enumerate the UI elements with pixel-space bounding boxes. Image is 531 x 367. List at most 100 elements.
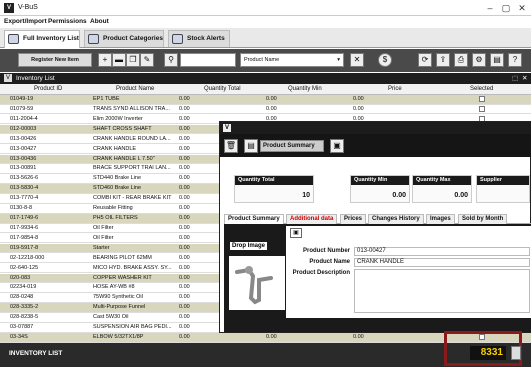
quantity-min-value[interactable]: 0.00: [392, 192, 406, 199]
product-number-label: Product Number: [302, 248, 350, 254]
cell-product-name: Reusable Fitting: [93, 205, 133, 212]
print-icon[interactable]: ⎙: [454, 53, 468, 67]
product-description-field[interactable]: [354, 269, 530, 313]
cell-product-name: Multi-Purpose Funnel: [93, 304, 146, 311]
cell-quantity-total: 0.00: [179, 175, 190, 182]
save-icon[interactable]: ▣: [330, 139, 344, 153]
cell-product-id: 013-00891: [10, 165, 37, 172]
product-name-value[interactable]: CRANK HANDLE: [354, 258, 530, 267]
cell-product-id: 01079-59: [10, 105, 34, 112]
subtab-sold-by-month[interactable]: Sold by Month: [458, 214, 508, 224]
cell-product-id: 013-5626-6: [10, 175, 39, 182]
list-title: Inventory List: [16, 75, 55, 82]
search-input[interactable]: [180, 53, 236, 67]
cell-product-name: PH5 OIL FILTERS: [93, 215, 138, 222]
add-icon[interactable]: +: [98, 53, 112, 67]
cell-quantity-total: 0.00: [179, 115, 190, 122]
list-close-icon[interactable]: ✕: [522, 73, 527, 84]
trash-icon[interactable]: 🗑: [224, 139, 238, 153]
cell-product-name: COPPER WASHER KIT: [93, 274, 152, 281]
maximize-icon[interactable]: ▢: [499, 2, 513, 14]
row-select-checkbox[interactable]: [479, 105, 485, 112]
cell-quantity-total: 0.00: [179, 105, 190, 112]
col-quantity-min[interactable]: Quantity Min: [288, 86, 322, 92]
cell-product-name: STD460 Brake Line: [93, 185, 141, 192]
subtab-product-summary[interactable]: Product Summary: [224, 214, 284, 224]
count-button[interactable]: [511, 346, 521, 360]
col-selected[interactable]: Selected: [470, 86, 493, 92]
cell-product-id: 028-3335-2: [10, 304, 39, 311]
filter-select[interactable]: Product Name ▾: [240, 53, 344, 67]
product-image-dropzone[interactable]: [229, 256, 285, 310]
close-icon[interactable]: ✕: [515, 2, 529, 14]
menu-about[interactable]: About: [90, 18, 109, 25]
copy-icon[interactable]: ❐: [126, 53, 140, 67]
product-number-value[interactable]: 013-00427: [354, 247, 530, 256]
dollar-icon[interactable]: $: [378, 53, 392, 67]
subtab-additional-data[interactable]: Additional data: [286, 214, 338, 224]
subtab-prices[interactable]: Prices: [340, 214, 367, 224]
cell-product-name: ELBOW 5/32TX1/8P: [93, 334, 144, 341]
cell-product-name: CRANK HANDLE L 7.50": [93, 155, 155, 162]
register-new-item-button[interactable]: Register New Item: [18, 53, 92, 67]
cell-quantity-total: 0.00: [179, 155, 190, 162]
menu-permissions[interactable]: Permissions: [48, 18, 87, 25]
quantity-total-field: Quantity Total 10: [234, 175, 314, 203]
cell-product-name: BEARING PILOT 62MM: [93, 254, 152, 261]
cell-product-id: 03-07887: [10, 324, 34, 331]
cell-product-id: 02-12218-000: [10, 254, 45, 261]
cell-quantity-min: 0.00: [266, 96, 277, 102]
document-icon[interactable]: ▤: [244, 139, 258, 153]
subtab-changes-history[interactable]: Changes History: [368, 214, 424, 224]
cell-product-id: 02234-019: [10, 284, 37, 291]
tab-full-inventory[interactable]: Full Inventory List: [4, 30, 80, 48]
product-name-label: Product Name: [309, 259, 350, 265]
quantity-max-field: Quantity Max 0.00: [412, 175, 472, 203]
delete-icon[interactable]: ▬: [112, 53, 126, 67]
help-icon[interactable]: ?: [508, 53, 522, 67]
menu-export-import[interactable]: Export/Import: [4, 18, 47, 25]
settings-icon[interactable]: ⚙: [472, 53, 486, 67]
panel-save-icon[interactable]: ▣: [290, 228, 302, 238]
cell-quantity-total: 0.00: [179, 334, 190, 341]
quantity-max-label: Quantity Max: [413, 176, 471, 185]
table-row[interactable]: 01049-19 EP1 TUBE 0.00 0.00 0.00: [0, 95, 531, 105]
cell-product-id: 02-640-125: [10, 264, 39, 271]
title-bar: V V-BuS – ▢ ✕: [0, 0, 531, 16]
quantity-total-value[interactable]: 10: [302, 192, 310, 199]
cell-quantity-total: 0.00: [179, 274, 190, 281]
cell-product-id: 013-00427: [10, 145, 37, 152]
app-icon: V: [4, 3, 14, 13]
search-icon[interactable]: ⚲: [164, 53, 178, 67]
cell-product-id: 017-1749-6: [10, 215, 39, 222]
cell-quantity-total: 0.00: [179, 254, 190, 261]
cell-product-name: MICO HYD. BRAKE ASSY. SY...: [93, 264, 172, 271]
cell-product-name: SUSPENSION AIR BAG PEDI...: [93, 324, 172, 331]
cell-quantity-total: 0.00: [179, 234, 190, 241]
alerts-icon: [172, 34, 183, 44]
col-quantity-total[interactable]: Quantity Total: [204, 86, 241, 92]
col-product-id[interactable]: Product ID: [34, 86, 62, 92]
cell-quantity-total: 0.00: [179, 145, 190, 152]
edit-icon[interactable]: ✎: [140, 53, 154, 67]
cell-quantity-total: 0.00: [179, 304, 190, 311]
cell-quantity-total: 0.00: [179, 314, 190, 321]
col-product-name[interactable]: Product Name: [116, 86, 154, 92]
tab-product-categories[interactable]: Product Categories: [84, 30, 164, 47]
tab-stock-alerts[interactable]: Stock Alerts: [168, 30, 230, 47]
quantity-max-value[interactable]: 0.00: [454, 192, 468, 199]
crank-handle-image: [235, 266, 273, 305]
stats-icon[interactable]: ▤: [490, 53, 504, 67]
col-price[interactable]: Price: [388, 86, 402, 92]
minimize-icon[interactable]: –: [483, 2, 497, 14]
row-select-checkbox[interactable]: [479, 96, 485, 102]
export-icon[interactable]: ⇪: [436, 53, 450, 67]
clear-icon[interactable]: ✕: [350, 53, 364, 67]
refresh-icon[interactable]: ⟳: [418, 53, 432, 67]
cell-product-id: 0130-8-8: [10, 205, 33, 212]
pin-icon[interactable]: ⬚: [512, 73, 518, 84]
table-row[interactable]: 01079-59 TRANS SYND ALLISON TRA... 0.00 0.0…: [0, 105, 531, 115]
subtab-images[interactable]: Images: [426, 214, 455, 224]
cell-quantity-total: 0.00: [179, 264, 190, 271]
quantity-total-label: Quantity Total: [235, 176, 313, 185]
